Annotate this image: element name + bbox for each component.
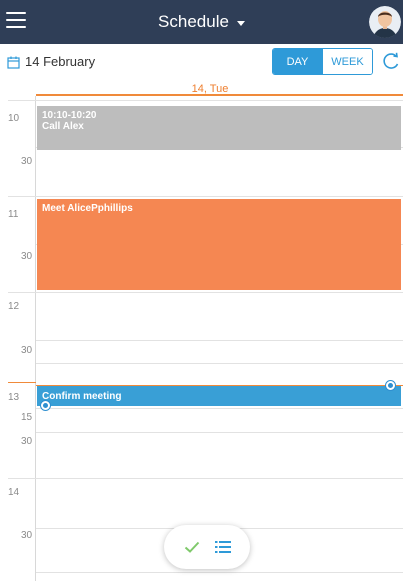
resize-handle-top[interactable] xyxy=(386,381,395,390)
day-time-grid[interactable]: 10 30 11 30 12 30 13 15 30 14 30 xyxy=(0,96,403,581)
refresh-icon[interactable] xyxy=(382,51,400,71)
hour-line xyxy=(8,478,403,479)
hour-line xyxy=(8,292,403,293)
half-label-12-30: 30 xyxy=(21,345,33,356)
week-view-button[interactable]: WEEK xyxy=(322,49,372,74)
event-title: Call Alex xyxy=(42,121,84,132)
resize-handle-bottom[interactable] xyxy=(41,401,50,410)
schedule-title-dropdown[interactable]: Schedule xyxy=(0,0,403,44)
current-time-indicator xyxy=(8,382,36,383)
top-app-bar: Schedule xyxy=(0,0,403,44)
event-time: 10:10-10:20 xyxy=(42,110,97,121)
page-title: Schedule xyxy=(158,12,229,31)
event-title: Confirm meeting xyxy=(42,391,122,402)
hour-label-10: 10 xyxy=(8,113,20,124)
hour-label-12: 12 xyxy=(8,301,20,312)
half-label-13-30: 30 xyxy=(21,436,33,447)
hour-line xyxy=(8,100,403,101)
time-gutter-divider xyxy=(35,96,36,581)
half-hour-line xyxy=(36,340,403,341)
calendar-icon[interactable] xyxy=(7,56,20,74)
view-toggle: DAY WEEK xyxy=(272,48,373,75)
event-confirm-meeting[interactable]: Confirm meeting xyxy=(37,386,401,406)
half-label-11-30: 30 xyxy=(21,251,33,262)
half-hour-line xyxy=(36,432,403,433)
current-date-label[interactable]: 14 February xyxy=(25,54,95,69)
event-title: Meet AlicePphillips xyxy=(42,203,133,214)
quarter-label-13-15: 15 xyxy=(21,412,33,423)
day-view-button[interactable]: DAY xyxy=(273,49,322,74)
hour-line xyxy=(8,196,403,197)
event-call-alex[interactable]: 10:10-10:20 Call Alex xyxy=(37,106,401,150)
half-label-10-30: 30 xyxy=(21,156,33,167)
grid-line xyxy=(36,363,403,364)
grid-line xyxy=(36,572,403,573)
hour-label-11: 11 xyxy=(8,209,19,220)
hour-label-13: 13 xyxy=(8,392,20,403)
list-icon[interactable] xyxy=(211,535,235,559)
check-icon[interactable] xyxy=(180,535,204,559)
caret-down-icon xyxy=(236,20,245,26)
user-avatar[interactable] xyxy=(369,6,401,38)
half-label-14-30: 30 xyxy=(21,530,33,541)
hour-label-14: 14 xyxy=(8,487,20,498)
floating-action-bar xyxy=(164,525,250,569)
event-meet-alice[interactable]: Meet AlicePphillips xyxy=(37,199,401,290)
grid-line xyxy=(36,408,403,409)
avatar-image xyxy=(369,6,401,38)
